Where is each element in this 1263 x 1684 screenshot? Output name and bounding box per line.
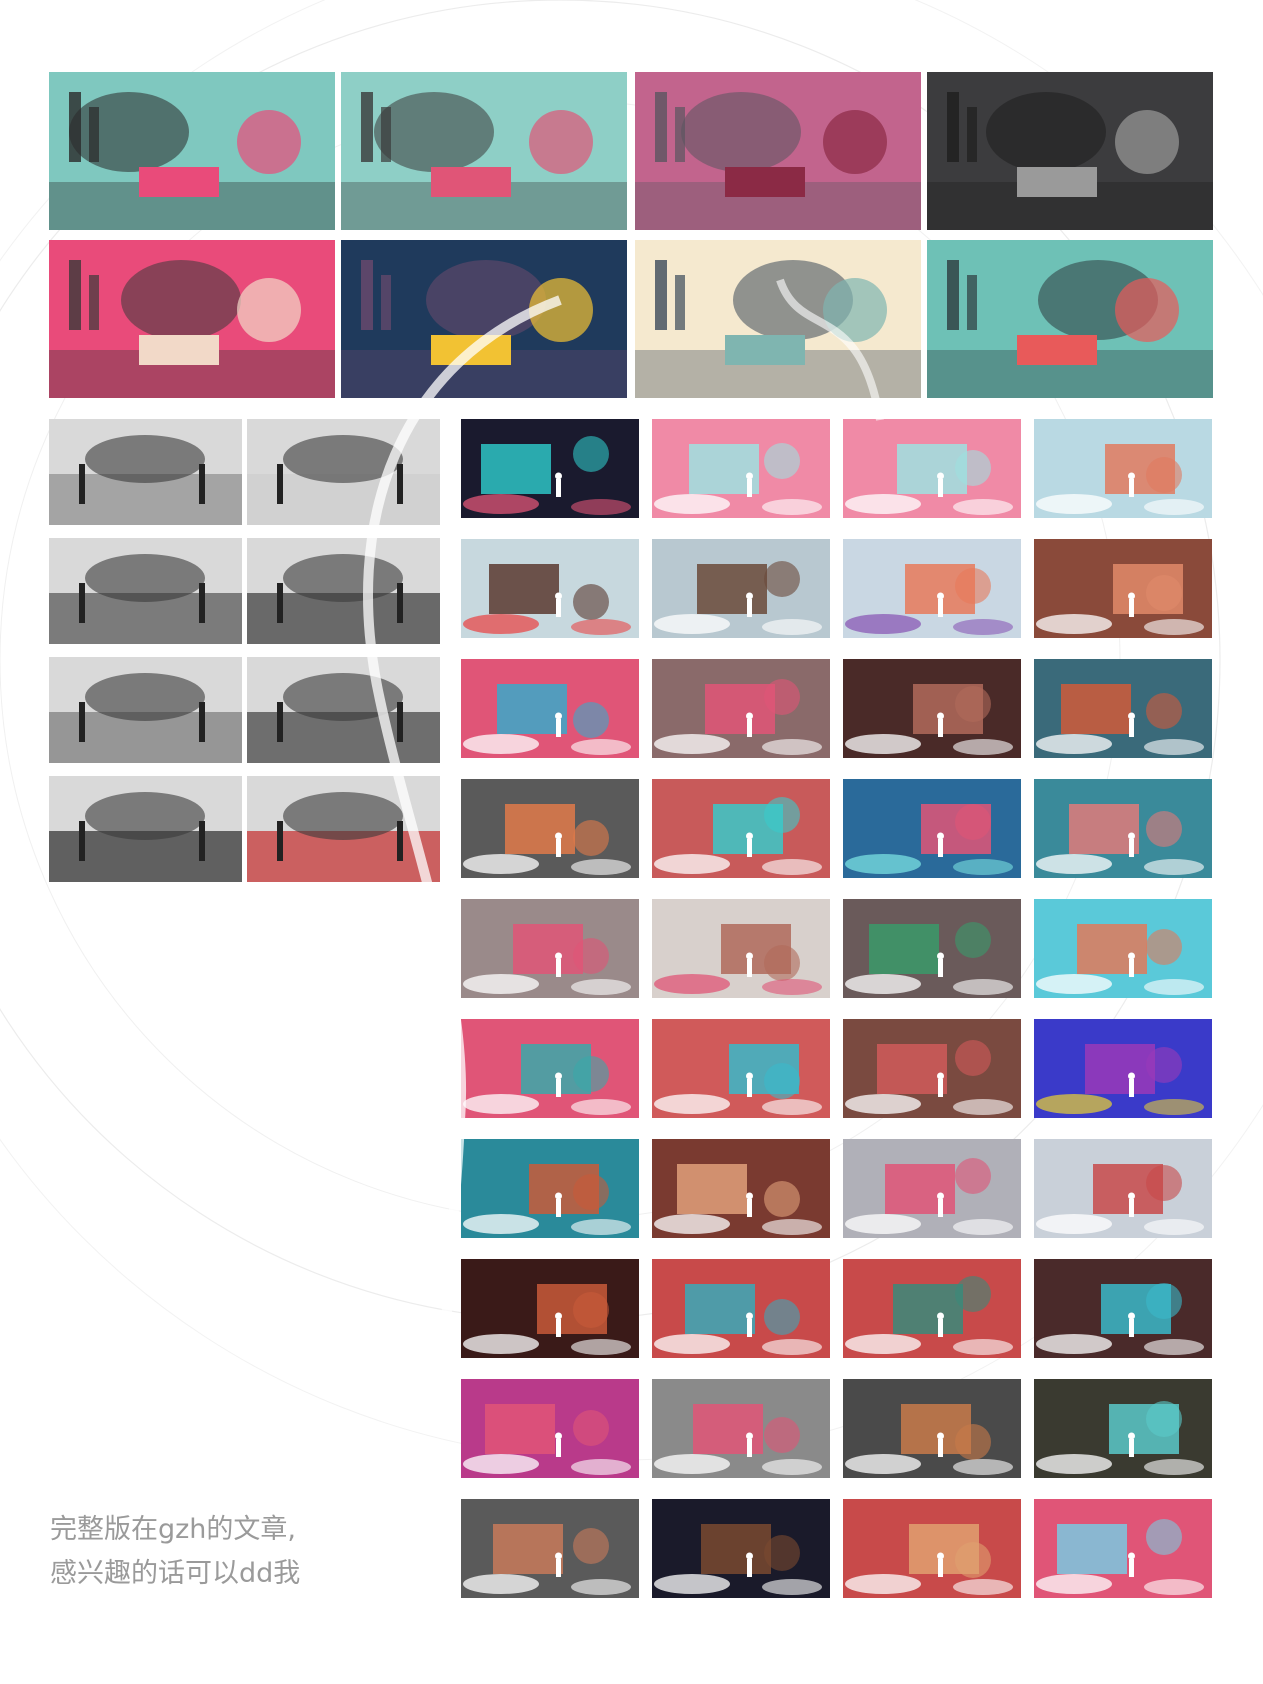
render-tile (652, 1019, 830, 1118)
junk-playground-photo (247, 657, 440, 763)
render-tile (1034, 899, 1212, 998)
render-tile (652, 899, 830, 998)
render-tile (652, 659, 830, 758)
protest-march-photo (247, 776, 440, 882)
render-tile (652, 1499, 830, 1598)
pink-rocks-collage (635, 72, 921, 230)
render-tile (461, 1499, 639, 1598)
moon-night-collage (341, 240, 627, 398)
render-tile (843, 1139, 1021, 1238)
render-tile (1034, 1139, 1212, 1238)
render-tile (843, 1259, 1021, 1358)
render-tile (1034, 1019, 1212, 1118)
render-tile (1034, 1379, 1212, 1478)
caption: 完整版在gzh的文章, 感兴趣的话可以dd我 (50, 1508, 300, 1596)
gears-collage (49, 240, 335, 398)
render-tile (843, 899, 1021, 998)
render-tile (461, 1379, 639, 1478)
render-tile (461, 539, 639, 638)
render-tile (652, 1259, 830, 1358)
render-tile (843, 539, 1021, 638)
render-tile (1034, 539, 1212, 638)
children-digging-photo (247, 538, 440, 644)
render-tile (652, 1139, 830, 1238)
render-tile (652, 1379, 830, 1478)
playground-frames-photo (247, 419, 440, 525)
render-tile (461, 419, 639, 518)
city-ship-collage (49, 72, 335, 230)
render-tile (461, 659, 639, 758)
dark-cave-collage (927, 72, 1213, 230)
bandstand-photo (49, 419, 242, 525)
render-tile (1034, 1499, 1212, 1598)
render-tile (1034, 659, 1212, 758)
ship-children-collage (341, 72, 627, 230)
render-tile (461, 1259, 639, 1358)
render-tile (652, 779, 830, 878)
children-park-photo (49, 657, 242, 763)
render-tile (843, 659, 1021, 758)
render-tile (843, 419, 1021, 518)
render-tile (1034, 779, 1212, 878)
render-tile (652, 419, 830, 518)
render-tile (843, 1019, 1021, 1118)
moon-sea-collage (635, 240, 921, 398)
render-tile (843, 779, 1021, 878)
climbing-frame-photo (49, 776, 242, 882)
render-tile (843, 1379, 1021, 1478)
caption-line-1: 完整版在gzh的文章, (50, 1514, 297, 1545)
render-tile (843, 1499, 1021, 1598)
render-tile (1034, 419, 1212, 518)
skyline-sun-collage (927, 240, 1213, 398)
model-table-photo (49, 538, 242, 644)
render-tile (461, 1019, 639, 1118)
render-tile (1034, 1259, 1212, 1358)
render-tile (461, 779, 639, 878)
render-tile (652, 539, 830, 638)
render-tile (461, 899, 639, 998)
caption-line-2: 感兴趣的话可以dd我 (50, 1558, 301, 1589)
render-tile (461, 1139, 639, 1238)
